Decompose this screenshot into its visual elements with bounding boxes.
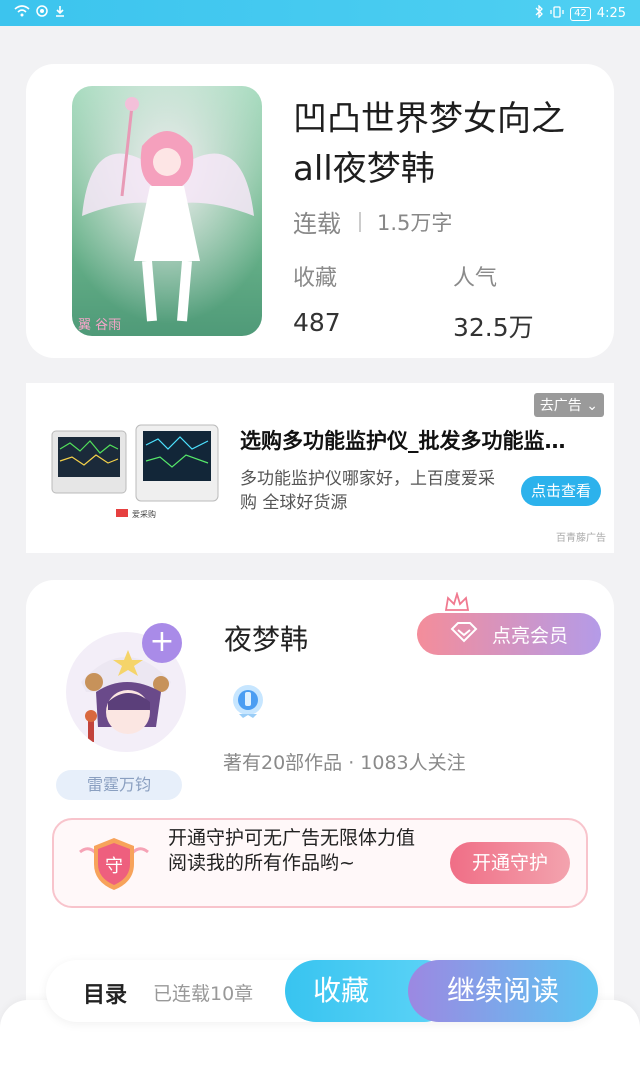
popularity-label: 人气: [453, 266, 498, 291]
book-meta: 连载 1.5万字: [293, 204, 452, 239]
status-bar: 42 4:25: [0, 0, 640, 26]
popularity-value: 32.5万: [453, 313, 534, 342]
ad-brand: 爱采购: [132, 509, 156, 519]
status-icons-right: 42 4:25: [535, 4, 626, 22]
follow-author-button[interactable]: +: [142, 623, 182, 663]
medal-badge-icon[interactable]: [231, 680, 265, 720]
status-icons-left: [14, 5, 66, 21]
ad-banner[interactable]: 去广告 ⌄ 爱采购 选购多功能监护仪_批发多功能监护仪 多功能监护仪哪家好，上百…: [26, 383, 614, 553]
guard-shield-icon: 守: [76, 834, 152, 894]
guard-promo-text: 开通守护可无广告无限体力值阅读我的所有作品哟~: [168, 827, 416, 874]
ad-source: 百青藤广告: [556, 533, 606, 544]
guard-shield-char: 守: [105, 856, 123, 877]
ad-image[interactable]: 爱采购: [50, 421, 222, 519]
collect-value: 487: [293, 308, 341, 337]
ad-description: 多功能监护仪哪家好，上百度爱采购 全球好货源: [240, 469, 495, 513]
ad-title[interactable]: 选购多功能监护仪_批发多功能监护仪: [240, 425, 580, 455]
download-icon: [54, 5, 66, 21]
book-info-card: 翼 谷雨 凹凸世界梦女向之all夜梦韩 连载 1.5万字 收藏 487 人气 3…: [26, 64, 614, 358]
book-word-count: 1.5万字: [377, 210, 453, 235]
chapter-count[interactable]: 已连载10章: [153, 979, 253, 1006]
bottom-action-bar: 目录 已连载10章 收藏 继续阅读: [46, 960, 598, 1022]
book-cover-image[interactable]: 翼 谷雨: [72, 86, 262, 336]
diamond-icon: [450, 621, 478, 648]
bluetooth-icon: [535, 4, 544, 22]
vip-button-label: 点亮会员: [491, 624, 568, 647]
remove-ad-label: 去广告: [539, 398, 582, 414]
vibrate-icon: [550, 5, 564, 22]
toc-button[interactable]: 目录: [83, 977, 127, 1009]
ad-view-button[interactable]: 点击查看: [521, 476, 601, 506]
continue-reading-button[interactable]: 继续阅读: [408, 960, 598, 1022]
notification-icon: [36, 5, 48, 21]
wifi-icon: [14, 5, 30, 21]
book-status: 连载: [293, 210, 341, 238]
chevron-down-icon: ⌄: [581, 398, 598, 414]
guard-promo-box: 守 开通守护可无广告无限体力值阅读我的所有作品哟~ 开通守护: [52, 818, 588, 908]
author-stats: 著有20部作品 · 1083人关注: [223, 752, 466, 774]
remove-ad-button[interactable]: 去广告 ⌄: [533, 393, 604, 417]
collect-label: 收藏: [293, 266, 338, 291]
collect-stat: 收藏 487: [293, 260, 341, 337]
book-title: 凹凸世界梦女向之all夜梦韩: [293, 99, 565, 189]
meta-divider: [359, 211, 361, 232]
author-title-tag: 雷霆万钧: [56, 770, 182, 800]
status-time: 4:25: [596, 6, 626, 21]
activate-guard-button[interactable]: 开通守护: [450, 842, 570, 884]
popularity-stat: 人气 32.5万: [453, 260, 534, 344]
activate-vip-button[interactable]: 点亮会员: [417, 613, 601, 655]
author-name[interactable]: 夜梦韩: [224, 618, 308, 658]
battery-icon: 42: [570, 6, 591, 21]
cover-caption: 翼 谷雨: [78, 318, 121, 333]
